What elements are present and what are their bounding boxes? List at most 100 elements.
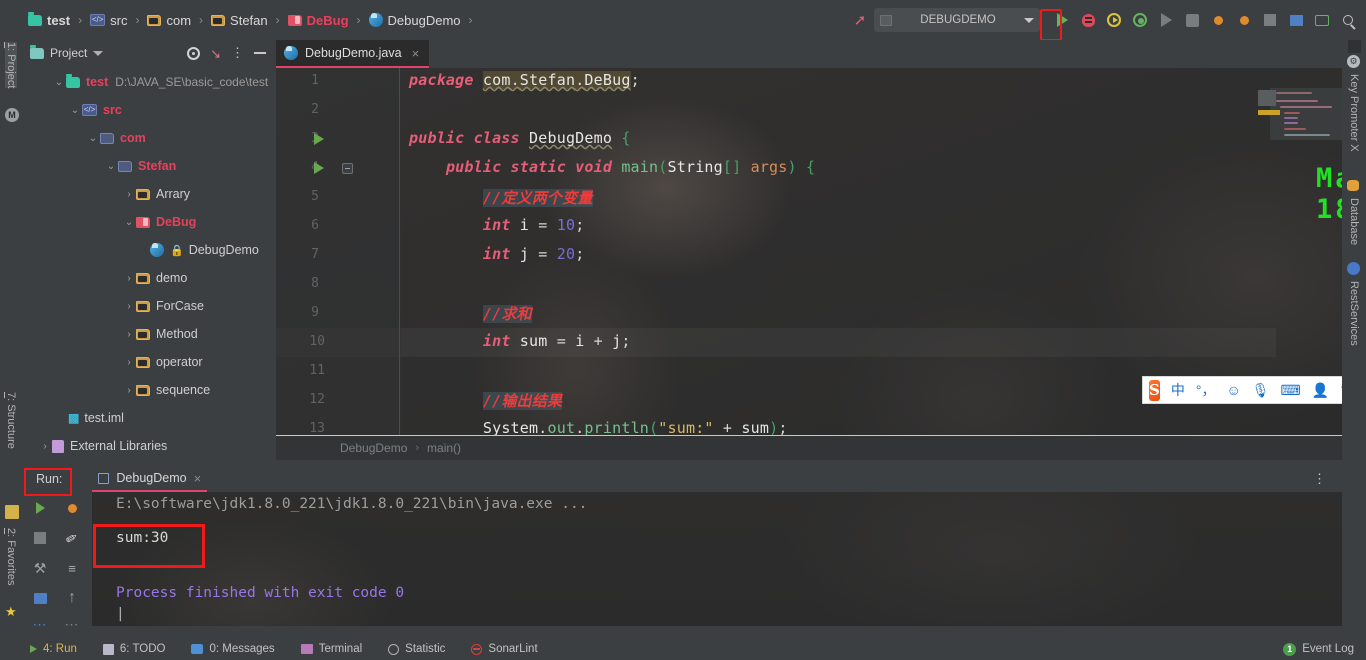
status-item-todo[interactable]: 6: TODO (102, 643, 165, 655)
sidebar-item-key-promoter-x[interactable]: Key Promoter X (1348, 74, 1360, 152)
tree-item-test[interactable]: ⌄ test D:\JAVA_SE\basic_code\test (24, 68, 276, 96)
breadcrumb-method[interactable]: main() (427, 441, 461, 455)
build-hammer-icon[interactable]: ➚ (848, 8, 872, 32)
stop-button[interactable] (1258, 8, 1282, 32)
scroll-from-source-button[interactable] (187, 46, 201, 60)
run-gutter-icon[interactable] (314, 133, 324, 145)
tree-item-debug[interactable]: ⌄ DeBug (24, 208, 276, 236)
close-icon[interactable]: × (412, 46, 420, 61)
editor-tab-debugdemo-java[interactable]: DebugDemo.java × (276, 40, 430, 68)
chevron-down-icon[interactable] (93, 50, 104, 56)
run-disabled-button[interactable] (1154, 8, 1178, 32)
tree-item-demo[interactable]: › demo (24, 264, 276, 292)
debug-button[interactable] (1076, 8, 1100, 32)
chevron-down-icon[interactable]: ⌄ (68, 105, 82, 116)
key-promoter-icon[interactable]: ⚙ (1347, 55, 1360, 68)
tree-item-debugdemo[interactable]: 🔒 DebugDemo (24, 236, 276, 264)
run-button[interactable] (1050, 8, 1074, 32)
status-item-sonarlint[interactable]: SonarLint (471, 643, 538, 655)
status-item-terminal[interactable]: Terminal (300, 643, 362, 655)
sidebar-item-restservices[interactable]: RestServices (1348, 281, 1360, 346)
chevron-right-icon[interactable]: › (122, 357, 136, 368)
minimize-icon[interactable] (254, 51, 266, 55)
more-vertical-icon[interactable]: ⋮ (231, 46, 244, 59)
more-horizontal-icon[interactable]: ⋯ (58, 610, 86, 638)
database-icon[interactable] (1347, 180, 1359, 191)
debug-tests-button[interactable] (1232, 8, 1256, 32)
soft-keyboard-icon[interactable]: ⌨ (1281, 383, 1301, 397)
print-icon[interactable] (26, 584, 54, 612)
tree-item-com[interactable]: ⌄ com (24, 124, 276, 152)
status-item-messages[interactable]: 0: Messages (191, 643, 275, 655)
chinese-mode-icon[interactable]: 中 (1171, 383, 1185, 397)
breadcrumb-item-debugdemo[interactable]: DebugDemo (367, 7, 463, 33)
breadcrumb-item-debug[interactable]: DeBug (286, 7, 351, 33)
tree-item-stefan[interactable]: ⌄ Stefan (24, 152, 276, 180)
more-horizontal-icon[interactable]: ⋯ (26, 610, 54, 638)
breadcrumb-class[interactable]: DebugDemo (340, 441, 407, 455)
sogou-ime-toolbar[interactable]: S 中 °， ☺ 🎙 ⌨ 👤 👕 ⬚ (1142, 376, 1366, 404)
close-icon[interactable]: × (194, 471, 202, 486)
attach-debugger-button[interactable] (1180, 8, 1204, 32)
run-tab-debugdemo[interactable]: DebugDemo × (92, 466, 208, 492)
tree-item-arrary[interactable]: › Arrary (24, 180, 276, 208)
run-configuration-selector[interactable]: DEBUGDEMO (874, 8, 1040, 32)
code-minimap[interactable] (1258, 88, 1348, 140)
rerun-failed-button[interactable] (58, 494, 86, 522)
more-vertical-icon[interactable]: ⋮ (1313, 472, 1326, 485)
tree-item-method[interactable]: › Method (24, 320, 276, 348)
breadcrumb-item-test[interactable]: test (26, 7, 72, 33)
chevron-right-icon[interactable]: › (122, 273, 136, 284)
sidebar-item-project[interactable]: 1: Project (5, 42, 17, 89)
breadcrumb-item-src[interactable]: </> src (88, 7, 129, 33)
tree-item-test-iml[interactable]: ▩ test.iml (24, 404, 276, 432)
emoji-icon[interactable]: ☺ (1226, 383, 1240, 397)
chevron-right-icon[interactable]: › (122, 329, 136, 340)
search-everywhere-button[interactable] (1336, 8, 1360, 32)
sidebar-item-database[interactable]: Database (1348, 198, 1360, 245)
breadcrumb-item-stefan[interactable]: Stefan (209, 7, 270, 33)
chevron-right-icon[interactable]: › (122, 385, 136, 396)
pencil-icon[interactable]: ✏ (58, 524, 86, 552)
sogou-logo-icon[interactable]: S (1149, 379, 1160, 401)
run-tests-button[interactable] (1206, 8, 1230, 32)
editor-gutter[interactable]: 1 2 3 4 5 6 7 8 9 10 11 12 13 (276, 68, 401, 436)
status-item-statistic[interactable]: Statistic (388, 643, 445, 655)
profiler-button[interactable] (1128, 8, 1152, 32)
tree-item-external-libraries[interactable]: › External Libraries (24, 432, 276, 460)
code-fold-icon[interactable] (342, 163, 353, 174)
user-icon[interactable]: 👤 (1312, 383, 1329, 397)
tree-item-src[interactable]: ⌄ </> src (24, 96, 276, 124)
rest-services-icon[interactable] (1347, 262, 1360, 275)
tree-item-forcase[interactable]: › ForCase (24, 292, 276, 320)
terminal-button[interactable] (1310, 8, 1334, 32)
chevron-right-icon[interactable]: › (122, 189, 136, 200)
star-icon[interactable]: ★ (5, 605, 19, 619)
event-log-label[interactable]: Event Log (1302, 643, 1354, 655)
up-arrow-icon[interactable]: ↑ (58, 584, 86, 612)
chevron-down-icon[interactable]: ⌄ (86, 133, 100, 144)
wrench-icon[interactable]: ⚒ (26, 554, 54, 582)
status-item-run[interactable]: 4: Run (30, 643, 77, 655)
stop-button[interactable] (26, 524, 54, 552)
run-console-output[interactable]: E:\software\jdk1.8.0_221\jdk1.8.0_221\bi… (92, 492, 1366, 626)
chevron-right-icon[interactable]: › (38, 441, 52, 452)
tree-item-sequence[interactable]: › sequence (24, 376, 276, 404)
grid-layout-button[interactable] (1284, 8, 1308, 32)
chevron-right-icon[interactable]: › (122, 301, 136, 312)
tree-item-operator[interactable]: › operator (24, 348, 276, 376)
sidebar-item-favorites[interactable]: 2: Favorites (5, 528, 17, 585)
voice-input-icon[interactable]: 🎙 (1252, 383, 1270, 397)
structure-icon[interactable] (5, 505, 19, 519)
chevron-down-icon[interactable]: ⌄ (122, 217, 136, 228)
maven-icon[interactable]: M (5, 108, 19, 122)
run-with-coverage-button[interactable] (1102, 8, 1126, 32)
sort-icon[interactable]: ≡ (58, 554, 86, 582)
chevron-down-icon[interactable]: ⌄ (104, 161, 118, 172)
run-gutter-icon[interactable] (314, 162, 324, 174)
sidebar-item-structure[interactable]: 7: Structure (5, 392, 17, 449)
breadcrumb-item-com[interactable]: com (145, 7, 193, 33)
rerun-button[interactable] (26, 494, 54, 522)
punctuation-icon[interactable]: °， (1196, 383, 1216, 397)
collapse-all-button[interactable]: ↘ (210, 47, 221, 60)
